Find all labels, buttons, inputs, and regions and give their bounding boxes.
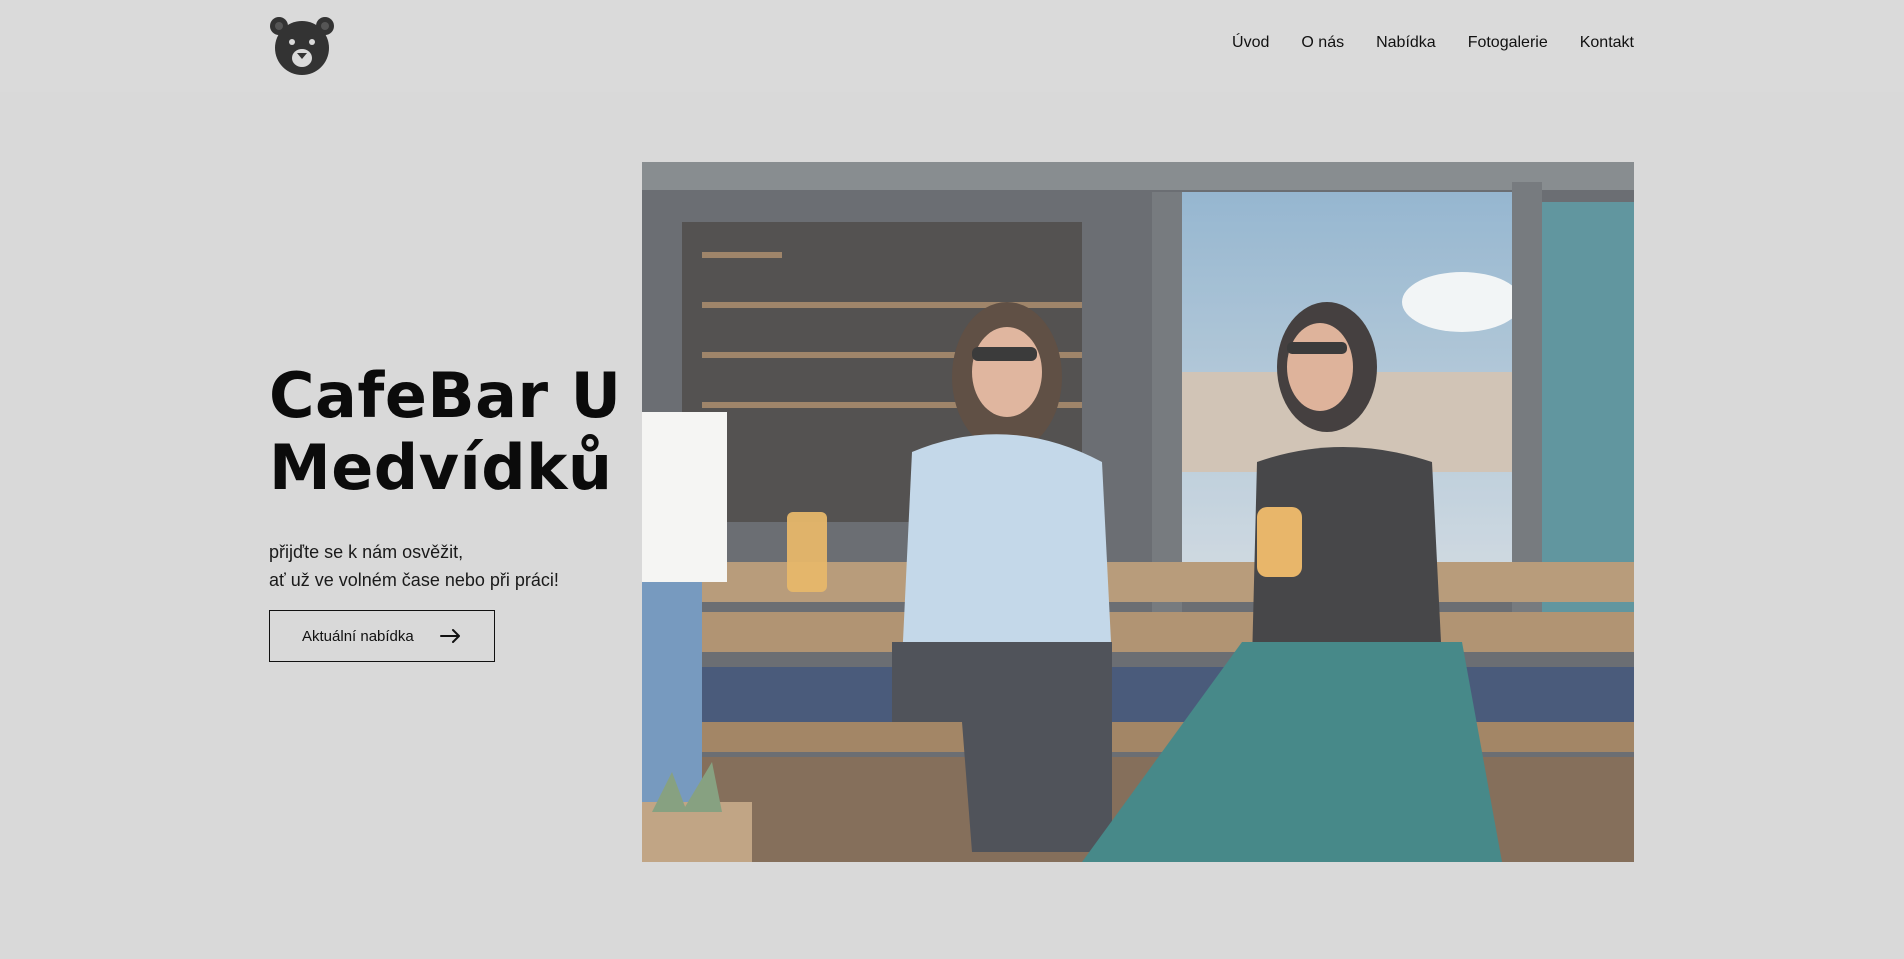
hero-title-line2: Medvídků <box>269 431 613 504</box>
hero-subtitle-line2: ať už ve volném čase nebo při práci! <box>269 570 559 590</box>
main-nav: Úvod O nás Nabídka Fotogalerie Kontakt <box>1232 34 1634 52</box>
hero-photo <box>642 162 1634 862</box>
current-offer-button[interactable]: Aktuální nabídka <box>269 610 495 662</box>
nav-item-o-nas[interactable]: O nás <box>1301 34 1344 52</box>
hero-subtitle-line1: přijďte se k nám osvěžit, <box>269 542 464 562</box>
nav-item-fotogalerie[interactable]: Fotogalerie <box>1468 34 1548 52</box>
cta-label: Aktuální nabídka <box>302 627 414 645</box>
site-header: Úvod O nás Nabídka Fotogalerie Kontakt <box>0 0 1904 92</box>
nav-item-kontakt[interactable]: Kontakt <box>1580 34 1634 52</box>
hero-title-line1: CafeBar U <box>269 359 622 432</box>
bear-head-icon[interactable] <box>269 16 335 76</box>
hero-subtitle: přijďte se k nám osvěžit, ať už ve volné… <box>269 538 609 594</box>
nav-item-uvod[interactable]: Úvod <box>1232 34 1269 52</box>
hero-title: CafeBar U Medvídků <box>269 360 629 504</box>
nav-item-nabidka[interactable]: Nabídka <box>1376 34 1436 52</box>
arrow-right-icon <box>440 628 462 644</box>
